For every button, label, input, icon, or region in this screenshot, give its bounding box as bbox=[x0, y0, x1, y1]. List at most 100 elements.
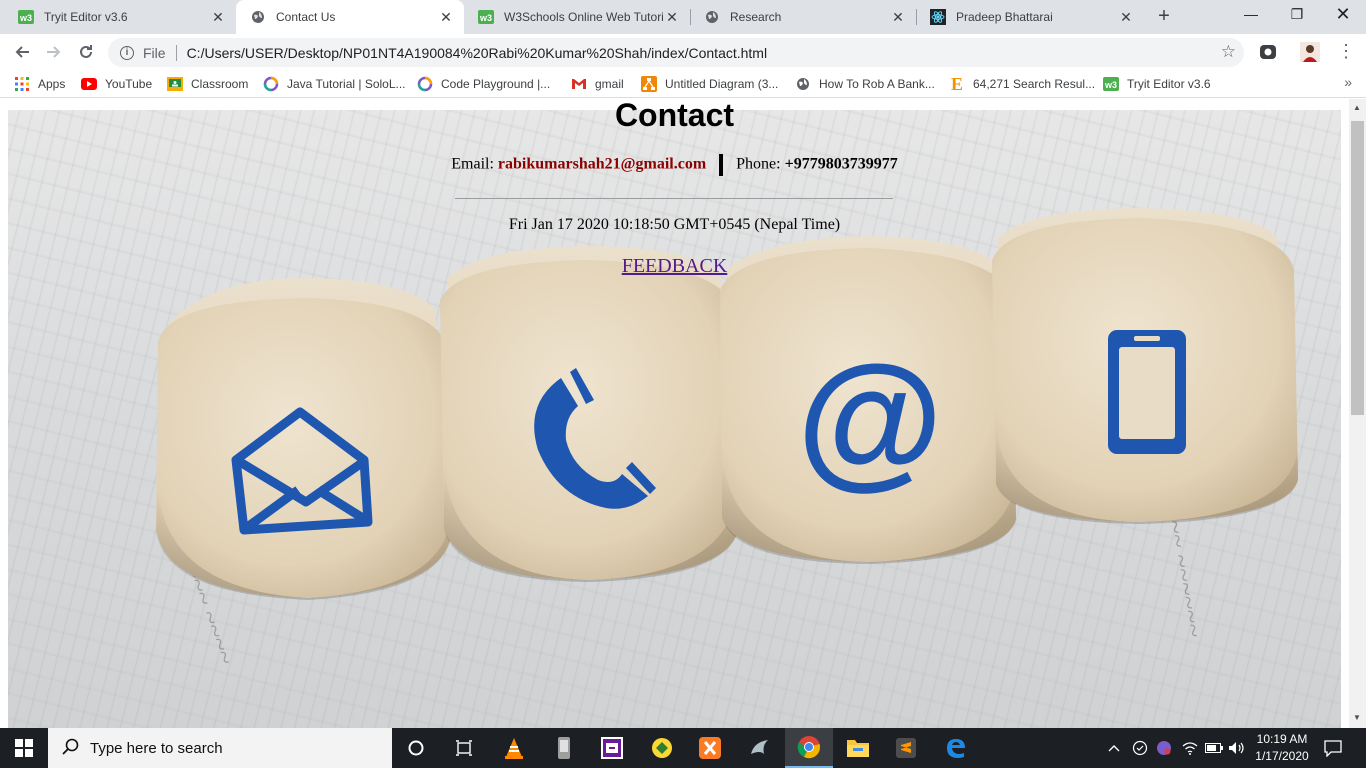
taskbar-app-purple[interactable] bbox=[588, 728, 636, 768]
bookmark-classroom[interactable]: Classroom bbox=[167, 75, 248, 93]
tab-strip: w3 Tryit Editor v3.6 ✕ Contact Us ✕ w3 W… bbox=[0, 0, 1366, 34]
taskbar-mysql[interactable] bbox=[736, 728, 784, 768]
minimize-button[interactable]: — bbox=[1228, 0, 1274, 30]
horizontal-rule bbox=[455, 198, 893, 199]
tab-contact-us[interactable]: Contact Us ✕ bbox=[236, 0, 464, 34]
close-icon[interactable]: ✕ bbox=[890, 9, 906, 25]
bookmark-untitled-diagram[interactable]: Untitled Diagram (3... bbox=[641, 75, 778, 93]
mobile-device-icon bbox=[558, 737, 570, 759]
scrollbar-thumb[interactable] bbox=[1351, 121, 1364, 415]
tab-pradeep-bhattarai[interactable]: Pradeep Bhattarai ✕ bbox=[916, 0, 1144, 34]
task-view-button[interactable] bbox=[440, 728, 488, 768]
chevron-up-icon bbox=[1108, 745, 1120, 752]
page-title: Contact bbox=[614, 99, 735, 133]
scroll-down-arrow-icon[interactable]: ▼ bbox=[1353, 713, 1361, 722]
tab-tryit-editor[interactable]: w3 Tryit Editor v3.6 ✕ bbox=[4, 0, 236, 34]
email-value: rabikumarshah21@gmail.com bbox=[497, 155, 707, 173]
reload-button[interactable] bbox=[72, 38, 100, 66]
show-hidden-icons[interactable] bbox=[1108, 728, 1120, 768]
tab-w3schools[interactable]: w3 W3Schools Online Web Tutoria ✕ bbox=[464, 0, 690, 34]
bookmark-star-icon[interactable]: ☆ bbox=[1221, 42, 1236, 62]
url-text[interactable]: C:/Users/USER/Desktop/NP01NT4A190084%20R… bbox=[187, 45, 768, 61]
profile-avatar[interactable] bbox=[1300, 42, 1320, 62]
search-placeholder: Type here to search bbox=[90, 739, 223, 757]
bookmark-search-results[interactable]: E 64,271 Search Resul... bbox=[949, 74, 1095, 94]
battery-button[interactable] bbox=[1205, 728, 1223, 768]
close-icon[interactable]: ✕ bbox=[664, 9, 680, 25]
taskbar-file-explorer[interactable] bbox=[834, 728, 882, 768]
folder-icon bbox=[847, 740, 869, 757]
taskbar-sublime[interactable] bbox=[882, 728, 930, 768]
notification-icon bbox=[1324, 740, 1342, 757]
bookmark-how-to-rob[interactable]: How To Rob A Bank... bbox=[795, 75, 935, 93]
taskbar-app-yellow[interactable] bbox=[638, 728, 686, 768]
apps-grid-icon bbox=[14, 76, 30, 92]
bookmark-label: Classroom bbox=[191, 77, 249, 91]
windows-logo-icon bbox=[15, 739, 33, 757]
back-button[interactable] bbox=[8, 38, 36, 66]
restore-button[interactable]: ❐ bbox=[1274, 0, 1320, 30]
dice-illustration: @ bbox=[156, 208, 1298, 600]
bookmark-apps[interactable]: Apps bbox=[14, 75, 65, 93]
taskbar-search[interactable]: Type here to search bbox=[48, 728, 392, 768]
taskbar-clock[interactable]: 10:19 AM 1/17/2020 bbox=[1252, 731, 1312, 765]
close-icon[interactable]: ✕ bbox=[1118, 9, 1134, 25]
close-icon[interactable]: ✕ bbox=[210, 9, 226, 25]
bookmarks-overflow-icon[interactable]: » bbox=[1344, 74, 1352, 90]
bookmark-code-playground[interactable]: Code Playground |... bbox=[417, 75, 550, 93]
extension-icon[interactable] bbox=[1258, 42, 1278, 62]
bookmark-youtube[interactable]: YouTube bbox=[81, 75, 152, 93]
die-envelope bbox=[156, 278, 452, 600]
current-datetime: Fri Jan 17 2020 10:18:50 GMT+0545 (Nepal… bbox=[508, 216, 841, 233]
taskbar-vlc[interactable] bbox=[490, 728, 538, 768]
address-divider bbox=[175, 44, 177, 61]
bookmark-java-tutorial[interactable]: Java Tutorial | SoloL... bbox=[263, 75, 406, 93]
tab-research[interactable]: Research ✕ bbox=[690, 0, 916, 34]
menu-kebab-icon[interactable]: ⋮ bbox=[1336, 41, 1356, 61]
taskbar-edge[interactable] bbox=[932, 728, 980, 768]
search-icon bbox=[62, 737, 80, 759]
tray-app-2[interactable] bbox=[1156, 728, 1172, 768]
bookmark-label: How To Rob A Bank... bbox=[819, 77, 935, 91]
toolbox-icon bbox=[652, 738, 672, 758]
tray-app-1[interactable] bbox=[1132, 728, 1148, 768]
close-icon[interactable]: ✕ bbox=[438, 9, 454, 25]
check-circle-icon bbox=[1132, 740, 1148, 756]
dolphin-icon bbox=[751, 740, 768, 754]
cortana-icon bbox=[408, 740, 424, 756]
vlc-icon bbox=[505, 738, 523, 759]
taskbar-device[interactable] bbox=[540, 728, 588, 768]
svg-text:w3: w3 bbox=[479, 13, 492, 23]
task-view-icon bbox=[456, 740, 472, 756]
info-icon[interactable]: i bbox=[120, 45, 134, 60]
page-scrollbar[interactable]: ▲ ▼ bbox=[1349, 99, 1366, 728]
bookmark-gmail[interactable]: gmail bbox=[571, 75, 624, 93]
window-app-icon bbox=[601, 737, 623, 759]
action-center-button[interactable] bbox=[1324, 728, 1342, 768]
svg-text:w3: w3 bbox=[1104, 80, 1117, 90]
email-label: Email: bbox=[451, 155, 494, 173]
bookmark-label: Java Tutorial | SoloL... bbox=[287, 77, 406, 91]
sololearn-icon bbox=[417, 76, 433, 92]
globe-icon bbox=[704, 9, 720, 25]
taskbar-xampp[interactable] bbox=[686, 728, 734, 768]
close-window-button[interactable]: ✕ bbox=[1320, 0, 1366, 30]
taskbar-chrome[interactable] bbox=[785, 728, 833, 768]
speaker-icon bbox=[1229, 742, 1244, 754]
volume-button[interactable] bbox=[1228, 728, 1246, 768]
feedback-link[interactable]: FEEDBACK bbox=[8, 255, 1341, 278]
start-button[interactable] bbox=[0, 728, 48, 768]
w3schools-icon: w3 bbox=[1103, 76, 1119, 92]
bookmark-tryit-editor[interactable]: w3 Tryit Editor v3.6 bbox=[1103, 75, 1211, 93]
react-icon bbox=[930, 9, 946, 25]
smartphone-icon bbox=[1108, 330, 1186, 454]
address-bar[interactable]: i File C:/Users/USER/Desktop/NP01NT4A190… bbox=[108, 38, 1244, 67]
new-tab-button[interactable]: + bbox=[1152, 5, 1176, 29]
scroll-up-arrow-icon[interactable]: ▲ bbox=[1353, 103, 1361, 112]
forward-button[interactable] bbox=[40, 38, 68, 66]
bookmark-label: gmail bbox=[595, 77, 624, 91]
bookmark-label: Code Playground |... bbox=[441, 77, 551, 91]
wifi-button[interactable] bbox=[1182, 728, 1198, 768]
cortana-button[interactable] bbox=[392, 728, 440, 768]
bookmark-label: Tryit Editor v3.6 bbox=[1127, 77, 1211, 91]
